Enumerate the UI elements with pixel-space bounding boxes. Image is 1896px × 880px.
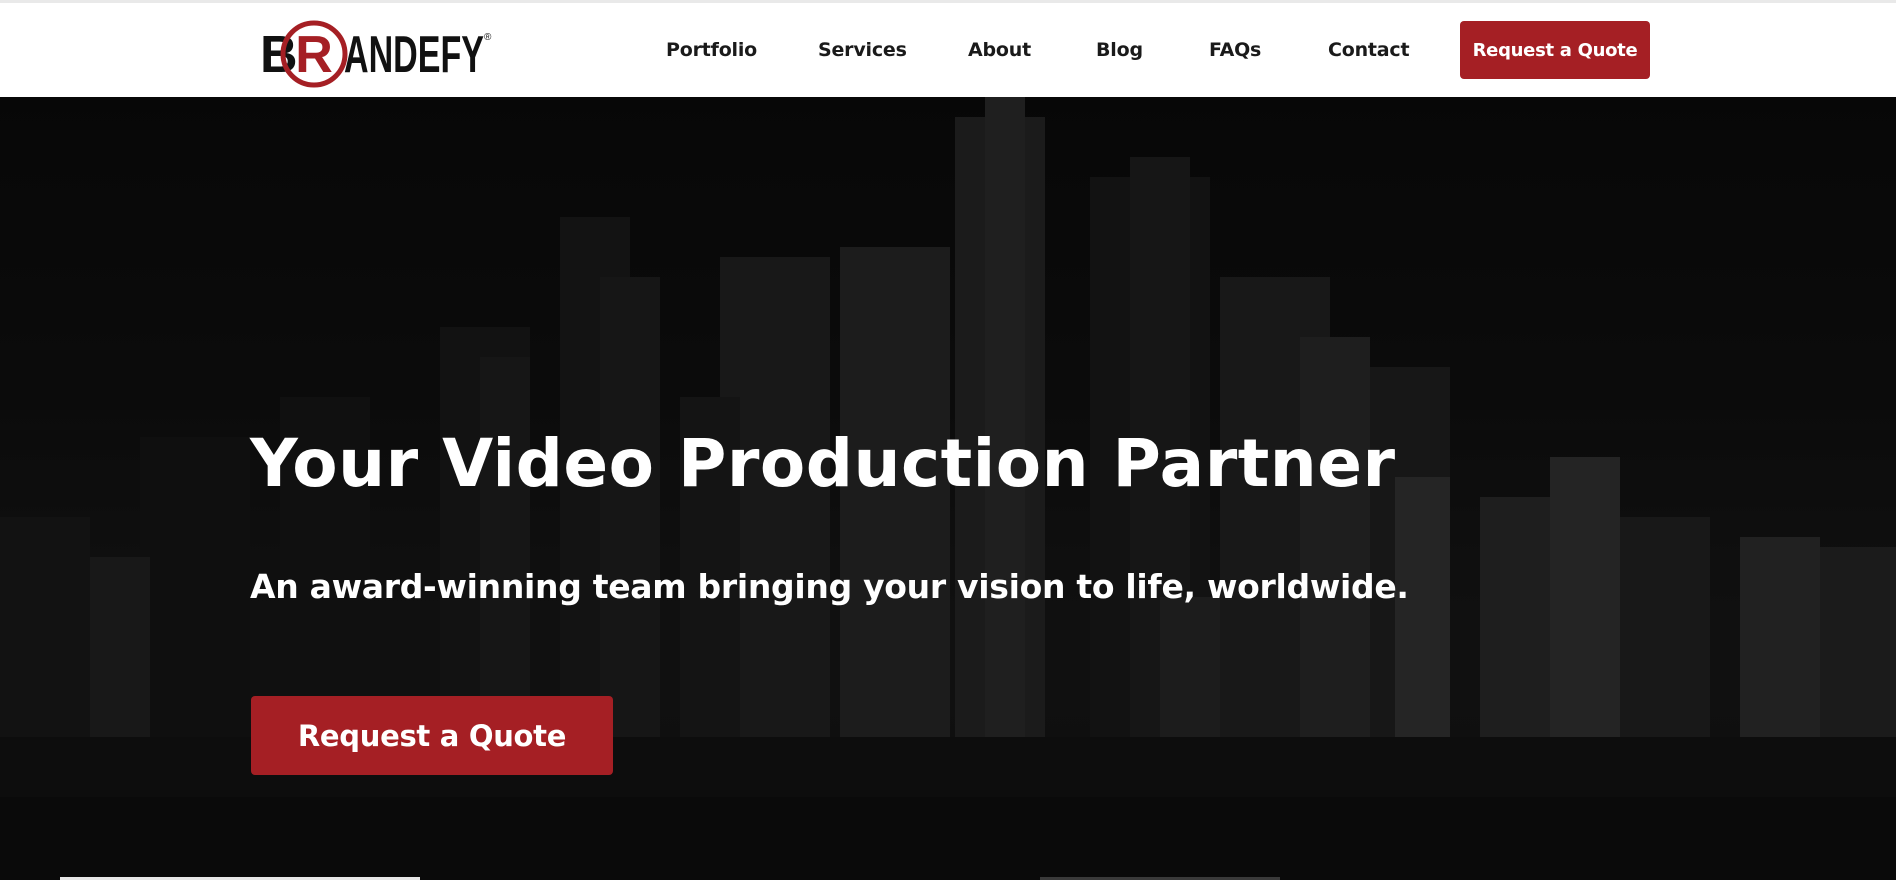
hero-subtitle: An award-winning team bringing your visi… xyxy=(250,567,1409,606)
hero-title: Your Video Production Partner xyxy=(250,425,1396,502)
hero-request-quote-button[interactable]: Request a Quote xyxy=(251,696,613,775)
nav-about[interactable]: About xyxy=(968,39,1031,61)
nav-faqs[interactable]: FAQs xyxy=(1209,39,1261,61)
nav-contact[interactable]: Contact xyxy=(1328,39,1410,61)
nav-blog[interactable]: Blog xyxy=(1096,39,1143,61)
nav-portfolio[interactable]: Portfolio xyxy=(666,39,757,61)
hero-section: Your Video Production Partner An award-w… xyxy=(0,97,1896,880)
header-request-quote-button[interactable]: Request a Quote xyxy=(1460,21,1650,79)
site-header: B R ANDEFY ® Portfolio Services About Bl… xyxy=(0,3,1896,97)
nav-services[interactable]: Services xyxy=(818,39,907,61)
